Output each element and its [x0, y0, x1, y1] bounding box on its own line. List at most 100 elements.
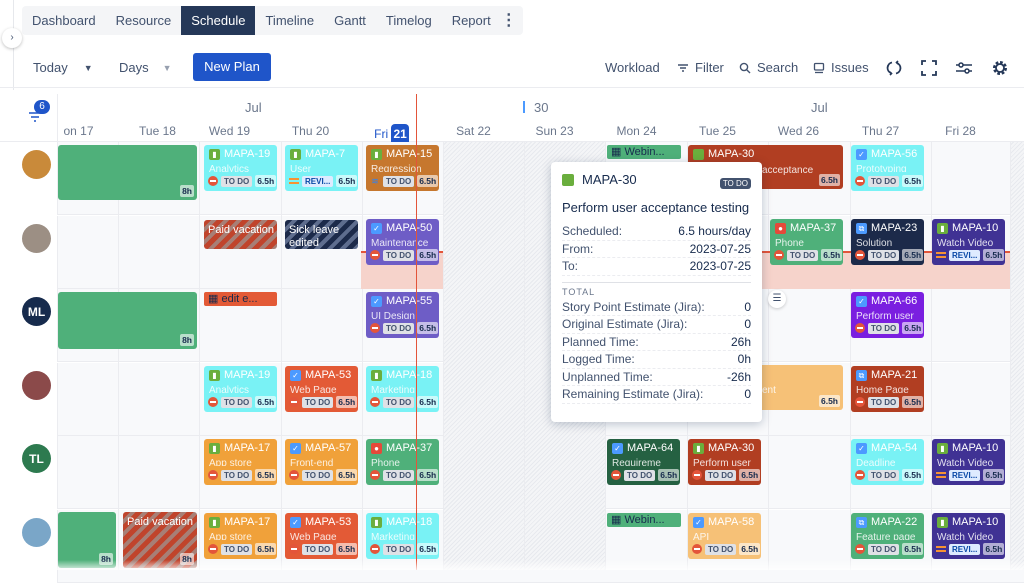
- story-type-icon: ▮: [209, 517, 220, 528]
- workload-button[interactable]: Workload: [605, 48, 660, 88]
- row-label: To:: [562, 259, 579, 273]
- issue-card[interactable]: ▮ MAPA-19 Analytics TO DO 6.5h: [204, 366, 277, 412]
- issue-card[interactable]: ▮ MAPA-7 User REVI... 6.5h: [285, 145, 358, 191]
- tab-report[interactable]: Report: [442, 6, 501, 35]
- day-gridline: [118, 142, 119, 570]
- story-icon: [562, 173, 574, 186]
- card-meta: TO DO 6.5h: [289, 396, 358, 408]
- leave-sick[interactable]: Sick leave edited: [285, 220, 358, 249]
- tab-resource[interactable]: Resource: [106, 6, 182, 35]
- priority-blocker-icon: [208, 176, 218, 186]
- event-edit[interactable]: ▦ edit e...: [204, 292, 277, 306]
- hours-badge: 6.5h: [821, 249, 843, 261]
- leave-paid-vacation[interactable]: Paid vacation: [204, 220, 277, 249]
- event-webinar[interactable]: ▦ Webin...: [607, 513, 681, 527]
- avatar[interactable]: [22, 370, 51, 400]
- story-icon: [693, 149, 704, 160]
- priority-medium-icon: [936, 544, 946, 554]
- new-plan-button[interactable]: New Plan: [193, 53, 271, 81]
- card-meta: TO DO 6.5h: [208, 543, 277, 555]
- tab-timeline[interactable]: Timeline: [255, 6, 324, 35]
- leave-block[interactable]: 8h: [58, 145, 197, 200]
- card-meta: TO DO 6.5h: [692, 543, 761, 555]
- issue-card[interactable]: ✓ MAPA-53 Web Page TO DO 6.5h: [285, 513, 358, 559]
- day-gridline: [199, 142, 200, 570]
- hours-badge: 6.5h: [739, 469, 761, 481]
- tab-schedule[interactable]: Schedule: [181, 6, 256, 35]
- issue-card[interactable]: ✓ MAPA-66 Perform user TO DO 6.5h: [851, 292, 924, 338]
- hours-badge: 6.5h: [417, 469, 439, 481]
- issue-card[interactable]: ▮ MAPA-17 App store TO DO 6.5h: [204, 439, 277, 485]
- tab-gantt[interactable]: Gantt: [324, 6, 376, 35]
- issue-card[interactable]: ✓ MAPA-53 Web Page TO DO 6.5h: [285, 366, 358, 412]
- issue-card[interactable]: ▮ MAPA-10 Watch Video REVI... 6.5h: [932, 439, 1005, 485]
- task-type-icon: ✓: [856, 149, 867, 160]
- issue-card[interactable]: ▮ MAPA-30 Perform user TO DO 6.5h: [688, 439, 761, 485]
- hours-badge: 6.5h: [739, 543, 761, 555]
- tab-timelog[interactable]: Timelog: [376, 6, 442, 35]
- menu-icon[interactable]: ☰: [768, 290, 786, 308]
- card-meta: TO DO 6.5h: [855, 469, 924, 481]
- issues-button[interactable]: Issues: [813, 48, 869, 88]
- story-type-icon: ▮: [290, 149, 301, 160]
- search-button[interactable]: Search: [739, 48, 798, 88]
- day-gridline: [931, 142, 932, 570]
- card-meta: TO DO 6.5h: [370, 249, 439, 261]
- event-webinar[interactable]: ▦ Webin...: [607, 145, 681, 159]
- issue-card[interactable]: ⧉ MAPA-22 Feature page TO DO 6.5h: [851, 513, 924, 559]
- row-value: 26h: [730, 334, 751, 349]
- issue-card[interactable]: ▮ MAPA-15 Regression ≋ TO DO 6.5h: [366, 145, 439, 191]
- view-dropdown[interactable]: Days ▼: [119, 48, 172, 88]
- story-type-icon: ▮: [937, 517, 948, 528]
- fullscreen-button[interactable]: [918, 57, 940, 79]
- issue-card[interactable]: ✓ MAPA-57 Front-end TO DO 6.5h: [285, 439, 358, 485]
- issue-card[interactable]: ▮ MAPA-10 Watch Video REVI... 6.5h: [932, 513, 1005, 559]
- leave-block[interactable]: 8h: [58, 292, 197, 349]
- more-icon[interactable]: ⋮: [501, 6, 517, 35]
- avatar[interactable]: [22, 517, 51, 547]
- issue-card[interactable]: ✓ MAPA-50 Maintenance TO DO 6.5h: [366, 219, 439, 265]
- issue-card[interactable]: ✓ MAPA-64 Requireme TO DO 6.5h: [607, 439, 680, 485]
- issue-key: MAPA-19: [224, 369, 271, 381]
- avatar[interactable]: TL: [22, 444, 51, 473]
- issue-card[interactable]: ⧉ MAPA-23 Solution TO DO 6.5h: [851, 219, 924, 265]
- today-dropdown[interactable]: Today ▼: [33, 48, 93, 88]
- issue-card[interactable]: ▮ MAPA-10 Watch Video REVI... 6.5h: [932, 219, 1005, 265]
- issue-card[interactable]: ▮ MAPA-19 Analytics TO DO 6.5h: [204, 145, 277, 191]
- priority-blocker-icon: [370, 250, 380, 260]
- avatar[interactable]: [22, 150, 51, 179]
- issue-summary: Marketing: [371, 385, 415, 393]
- adjust-button[interactable]: [953, 57, 975, 79]
- row-value: 2023-07-25: [689, 241, 751, 256]
- issue-card[interactable]: ⧉ MAPA-21 Home Page TO DO 6.5h: [851, 366, 924, 412]
- filter-button[interactable]: Filter: [677, 48, 724, 88]
- settings-button[interactable]: [989, 57, 1011, 79]
- avatar[interactable]: ML: [22, 297, 51, 326]
- card-meta: TO DO 6.5h: [855, 396, 924, 408]
- issue-card[interactable]: ▮ MAPA-18 Marketing TO DO 6.5h: [366, 366, 439, 412]
- issue-key: MAPA-10: [952, 516, 999, 528]
- row-label: Original Estimate (Jira):: [562, 317, 688, 331]
- issue-card[interactable]: ▮ MAPA-18 Marketing TO DO 6.5h: [366, 513, 439, 559]
- issue-card[interactable]: ▮ MAPA-17 App store TO DO 6.5h: [204, 513, 277, 559]
- subtask-type-icon: ⧉: [856, 370, 867, 381]
- priority-blocker-icon: [208, 470, 218, 480]
- tab-dashboard[interactable]: Dashboard: [22, 6, 106, 35]
- day-header: Mon 24: [616, 124, 657, 138]
- avatar[interactable]: [22, 223, 51, 253]
- priority-blocker-icon: [208, 544, 218, 554]
- status-badge: TO DO: [221, 396, 253, 408]
- issue-summary: Maintenance: [371, 238, 429, 246]
- issue-card[interactable]: ● MAPA-37 Phone TO DO 6.5h: [366, 439, 439, 485]
- issue-card[interactable]: ● MAPA-37 Phone TO DO 6.5h: [770, 219, 843, 265]
- status-badge: TO DO: [868, 469, 900, 481]
- issue-card[interactable]: ✓ MAPA-56 Prototyping TO DO 6.5h: [851, 145, 924, 191]
- issue-card[interactable]: ✓ MAPA-55 UI Design TO DO 6.5h: [366, 292, 439, 338]
- refresh-button[interactable]: [883, 57, 905, 79]
- calendar-icon: ▦: [611, 146, 625, 158]
- issue-card[interactable]: ✓ MAPA-54 Deadline TO DO 6.5h: [851, 439, 924, 485]
- card-meta: REVI... 6.5h: [936, 543, 1005, 555]
- status-badge: TO DO: [868, 396, 900, 408]
- sidebar-toggle-button[interactable]: ›: [2, 28, 22, 48]
- issue-card[interactable]: ✓ MAPA-58 API TO DO 6.5h: [688, 513, 761, 559]
